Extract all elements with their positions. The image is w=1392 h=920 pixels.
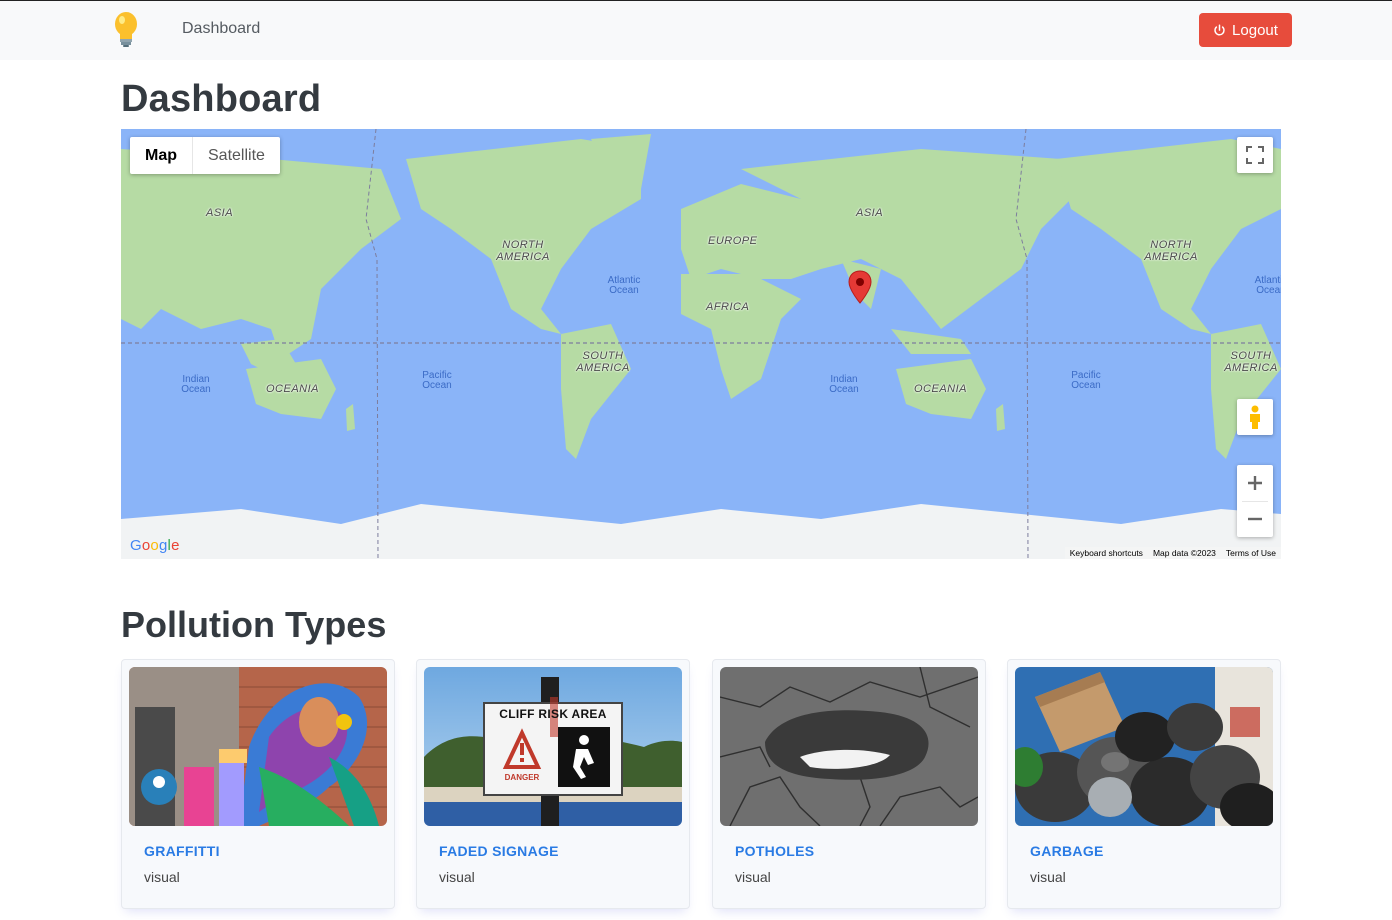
- pollution-card-faded-signage[interactable]: CLIFF RISK AREA DANGER FADED SIGNAGE vis…: [416, 659, 690, 909]
- map-label-oceania-2: OCEANIA: [914, 383, 968, 395]
- lightbulb-icon[interactable]: [110, 11, 142, 49]
- pegman-icon: [1250, 405, 1260, 429]
- card-category: visual: [735, 869, 771, 885]
- keyboard-shortcuts-link[interactable]: Keyboard shortcuts: [1070, 547, 1143, 559]
- card-title[interactable]: FADED SIGNAGE: [439, 843, 559, 859]
- map-label-indian-ocean: Indian Ocean: [181, 374, 211, 395]
- power-icon: [1214, 23, 1225, 35]
- signage-scene: [424, 667, 682, 826]
- map-label-atlantic-ocean-2: Atlantic Ocean: [1254, 275, 1281, 296]
- card-category: visual: [439, 869, 475, 885]
- map-label-asia: ASIA: [206, 207, 234, 219]
- map-label-africa: AFRICA: [706, 301, 750, 313]
- navbar: Dashboard Logout: [0, 0, 1392, 60]
- graffiti-image: [129, 667, 387, 826]
- google-logo: Google: [130, 537, 180, 554]
- map-type-control: Map Satellite: [130, 137, 280, 174]
- page-title: Dashboard: [121, 78, 322, 120]
- terms-of-use-link[interactable]: Terms of Use: [1226, 547, 1276, 559]
- pollution-card-potholes[interactable]: POTHOLES visual: [712, 659, 986, 909]
- map-attribution: Keyboard shortcuts Map data ©2023 Terms …: [1064, 547, 1281, 559]
- garbage-image: [1015, 667, 1273, 826]
- zoom-in-button[interactable]: [1237, 465, 1273, 501]
- faded-signage-image: CLIFF RISK AREA DANGER: [424, 667, 682, 826]
- pollution-cards: GRAFFITTI visual CLIFF RISK AREA DANGER …: [121, 659, 1281, 920]
- fullscreen-button[interactable]: [1237, 137, 1273, 173]
- map-label-oceania: OCEANIA: [266, 383, 320, 395]
- location-marker-icon[interactable]: [848, 270, 872, 304]
- nav-link-dashboard[interactable]: Dashboard: [182, 20, 260, 38]
- minus-icon: [1248, 518, 1262, 521]
- sign-warning-text: DANGER: [504, 773, 540, 782]
- world-map[interactable]: ASIA NORTH AMERICA EUROPE ASIA NORTH AME…: [121, 129, 1281, 559]
- card-title[interactable]: POTHOLES: [735, 843, 814, 859]
- map-label-pacific-ocean-2: Pacific Ocean: [1071, 370, 1101, 391]
- logout-label: Logout: [1232, 21, 1278, 39]
- map-label-asia-2: ASIA: [856, 207, 884, 219]
- card-title[interactable]: GRAFFITTI: [144, 843, 220, 859]
- zoom-out-button[interactable]: [1237, 501, 1273, 537]
- map-type-map-button[interactable]: Map: [130, 137, 193, 174]
- section-title: Pollution Types: [121, 604, 387, 645]
- map-label-north-america-2: NORTH AMERICA: [1144, 239, 1198, 263]
- card-title[interactable]: GARBAGE: [1030, 843, 1104, 859]
- pollution-card-garbage[interactable]: GARBAGE visual: [1007, 659, 1281, 909]
- map-label-indian-ocean-2: Indian Ocean: [829, 374, 859, 395]
- fullscreen-icon: [1246, 146, 1264, 164]
- zoom-control: [1237, 465, 1273, 537]
- map-label-south-america: SOUTH AMERICA: [576, 350, 630, 374]
- potholes-image: [720, 667, 978, 826]
- logout-button[interactable]: Logout: [1199, 13, 1292, 47]
- map-label-europe: EUROPE: [708, 235, 758, 247]
- card-category: visual: [1030, 869, 1066, 885]
- street-view-pegman-button[interactable]: [1237, 399, 1273, 435]
- map-type-satellite-button[interactable]: Satellite: [193, 137, 280, 174]
- map-tiles[interactable]: [121, 129, 1281, 559]
- map-label-atlantic-ocean: Atlantic Ocean: [607, 275, 641, 296]
- pollution-card-graffiti[interactable]: GRAFFITTI visual: [121, 659, 395, 909]
- card-category: visual: [144, 869, 180, 885]
- sign-text: CLIFF RISK AREA: [499, 707, 607, 721]
- plus-icon: [1248, 475, 1262, 490]
- map-label-pacific-ocean: Pacific Ocean: [422, 370, 452, 391]
- map-label-north-america: NORTH AMERICA: [496, 239, 550, 263]
- map-data-text: Map data ©2023: [1152, 548, 1216, 558]
- map-label-south-america-2: SOUTH AMERICA: [1224, 350, 1278, 374]
